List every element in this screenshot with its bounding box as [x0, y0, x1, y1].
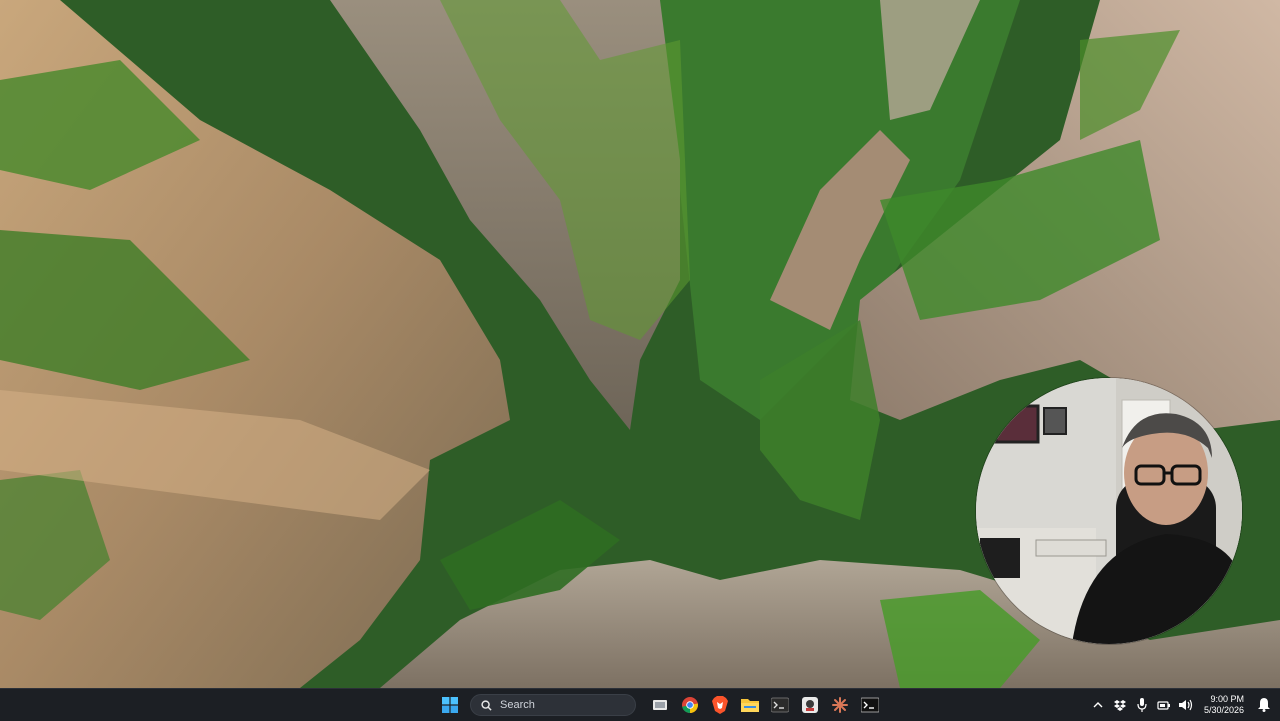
taskbar-clock[interactable]: 9:00 PM 5/30/2026 [1204, 694, 1244, 716]
webcam-video [976, 378, 1242, 644]
brave-icon [712, 696, 728, 714]
app-icon [802, 697, 818, 713]
taskbar-search[interactable]: Search [470, 694, 636, 716]
chevron-up-icon [1093, 702, 1103, 708]
claude-icon [832, 697, 848, 713]
task-view-button[interactable] [648, 693, 672, 717]
battery-tray-button[interactable] [1156, 697, 1172, 713]
clock-date: 5/30/2026 [1203, 705, 1244, 715]
system-tray: 9:00 PM 5/30/2026 [1090, 689, 1280, 721]
task-view-icon [653, 700, 667, 710]
taskbar: Search 9:00 PM 5/30/2026 [0, 688, 1280, 721]
battery-icon [1157, 701, 1170, 710]
start-button[interactable] [438, 693, 462, 717]
claude-button[interactable] [828, 693, 852, 717]
chrome-icon [682, 697, 698, 713]
chrome-button[interactable] [678, 693, 702, 717]
file-explorer-icon [741, 699, 759, 712]
search-icon [481, 699, 492, 711]
taskbar-pinned-area: Search [438, 689, 882, 721]
volume-tray-button[interactable] [1178, 697, 1194, 713]
app-button[interactable] [798, 693, 822, 717]
webcam-overlay [976, 378, 1242, 644]
clock-time: 9:00 PM [1210, 694, 1244, 704]
brave-button[interactable] [708, 693, 732, 717]
microphone-tray-button[interactable] [1134, 697, 1150, 713]
console-icon [861, 697, 879, 713]
terminal-button[interactable] [768, 693, 792, 717]
file-explorer-button[interactable] [738, 693, 762, 717]
search-label: Search [500, 699, 535, 711]
speaker-icon [1178, 699, 1193, 711]
terminal-icon [771, 697, 789, 713]
microphone-icon [1137, 698, 1147, 712]
notification-icon [1258, 698, 1270, 712]
show-hidden-icons-button[interactable] [1090, 697, 1106, 713]
console-button[interactable] [858, 693, 882, 717]
windows-start-icon [442, 697, 458, 713]
dropbox-icon [1113, 699, 1126, 711]
notification-button[interactable] [1256, 697, 1272, 713]
dropbox-tray-button[interactable] [1112, 697, 1128, 713]
